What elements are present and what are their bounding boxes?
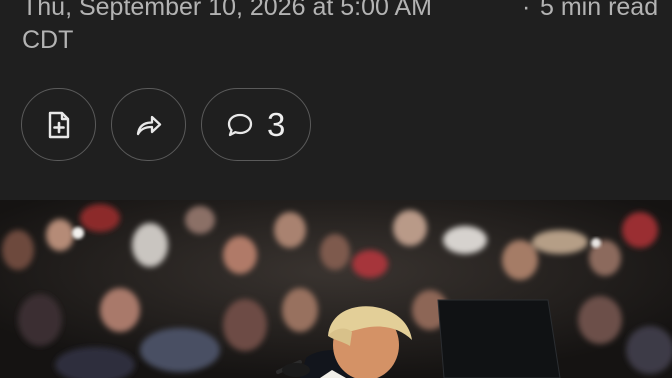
- hero-image-illustration: [0, 200, 672, 378]
- share-button[interactable]: [111, 88, 186, 161]
- read-time: 5 min read: [540, 0, 659, 21]
- publish-timezone: CDT: [22, 26, 74, 54]
- publish-date: Thu, September 10, 2026 at 5:00 AM: [22, 0, 432, 21]
- comment-count: 3: [267, 106, 286, 143]
- share-arrow-icon: [135, 113, 163, 137]
- file-plus-icon: [47, 111, 71, 139]
- article-meta: Thu, September 10, 2026 at 5:00 AM · 5 m…: [22, 0, 662, 24]
- hero-image[interactable]: [0, 200, 672, 378]
- speech-bubble-icon: [226, 112, 254, 138]
- meta-separator: ·: [522, 0, 531, 21]
- save-article-button[interactable]: [21, 88, 96, 161]
- comments-button[interactable]: 3: [201, 88, 311, 161]
